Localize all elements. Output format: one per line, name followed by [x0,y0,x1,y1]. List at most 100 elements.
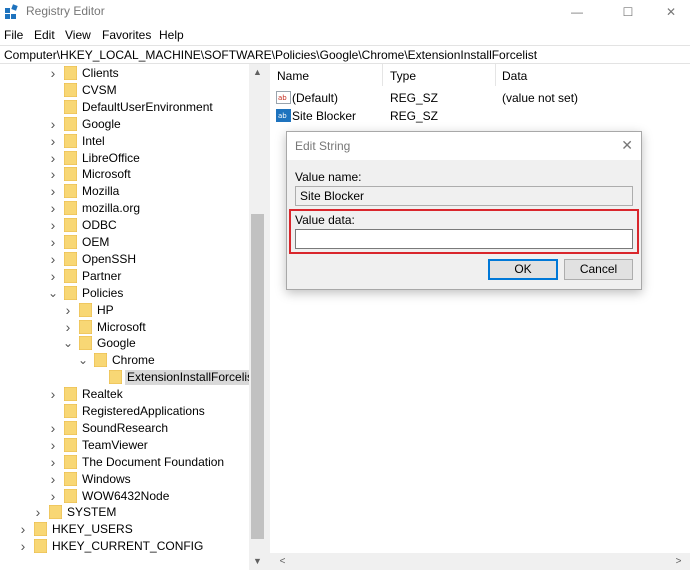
tree-item-label: Realtek [82,387,123,402]
chevron-right-icon[interactable]: › [63,302,73,319]
scroll-left-arrow-icon[interactable]: < [274,553,291,570]
chevron-right-icon[interactable]: › [48,454,58,471]
chevron-right-icon[interactable]: › [48,200,58,217]
tree-item-label: Partner [82,268,122,283]
chevron-right-icon[interactable]: › [48,116,58,133]
folder-icon [109,370,122,385]
column-header-data[interactable]: Data [502,69,527,83]
tree-item[interactable]: › OpenSSH [0,251,249,268]
tree-item[interactable]: › Microsoft [0,166,249,183]
tree-item[interactable]: › Windows [0,471,249,488]
chevron-right-icon[interactable]: › [48,386,58,403]
scroll-right-arrow-icon[interactable]: > [670,553,687,570]
tree-item[interactable]: › WOW6432Node [0,488,249,505]
tree-item[interactable]: › Clients [0,65,249,82]
tree-item[interactable]: › LibreOffice [0,150,249,167]
tree-item-label: ODBC [82,218,117,233]
chevron-right-icon[interactable]: › [48,234,58,251]
column-divider[interactable] [495,64,496,86]
tree-item[interactable]: › Mozilla [0,183,249,200]
tree-item-label: Microsoft [82,167,131,182]
value-data-field[interactable] [295,229,633,249]
chevron-right-icon[interactable]: › [48,420,58,437]
tree-item[interactable]: › HKEY_CURRENT_CONFIG [0,538,249,555]
chevron-right-icon[interactable]: › [48,488,58,505]
list-row[interactable]: ab (Default) REG_SZ (value not set) [270,89,690,107]
chevron-right-icon[interactable]: › [48,471,58,488]
chevron-right-icon[interactable]: › [18,538,28,555]
folder-icon [64,150,77,165]
tree-item[interactable]: › Intel [0,133,249,150]
tree-item-label: LibreOffice [82,150,140,165]
tree-item[interactable]: › HP [0,302,249,319]
folder-icon [64,420,77,435]
chevron-right-icon[interactable]: › [48,166,58,183]
value-name-field[interactable]: Site Blocker [295,186,633,206]
dialog-close-icon[interactable]: ✕ [621,137,633,154]
tree-vertical-scrollbar[interactable]: ▲ ▼ [249,64,266,570]
chevron-right-icon[interactable]: › [48,183,58,200]
tree-item[interactable]: › SYSTEM [0,504,249,521]
chevron-right-icon[interactable]: › [48,65,58,82]
tree-item[interactable]: › ODBC [0,217,249,234]
menu-bar: File Edit View Favorites Help [0,25,690,45]
minimize-button[interactable]: — [554,0,600,24]
ok-button[interactable]: OK [488,259,558,280]
value-name: Site Blocker [292,109,357,123]
tree-item-label: SYSTEM [67,505,117,520]
tree-item[interactable]: ⌄ Google [0,335,249,352]
tree-item[interactable]: › mozilla.org [0,200,249,217]
folder-icon [64,251,77,266]
chevron-right-icon[interactable]: › [48,437,58,454]
list-row[interactable]: ab Site Blocker REG_SZ [270,107,690,125]
tree-item[interactable]: › OEM [0,234,249,251]
close-button[interactable]: ✕ [648,0,690,24]
address-bar[interactable]: Computer\HKEY_LOCAL_MACHINE\SOFTWARE\Pol… [0,45,690,64]
chevron-right-icon[interactable]: › [63,319,73,336]
tree-item[interactable]: ⌄ Chrome [0,352,249,369]
chevron-right-icon[interactable]: › [48,268,58,285]
chevron-down-icon[interactable]: ⌄ [78,352,88,369]
tree-item[interactable]: › TeamViewer [0,437,249,454]
column-divider[interactable] [382,64,383,86]
scroll-thumb[interactable] [251,214,264,539]
chevron-right-icon[interactable]: › [48,251,58,268]
scroll-up-arrow-icon[interactable]: ▲ [249,64,266,81]
tree-item[interactable]: › Realtek [0,386,249,403]
address-path[interactable]: Computer\HKEY_LOCAL_MACHINE\SOFTWARE\Pol… [4,48,537,62]
tree-item[interactable]: ⌄ Policies [0,285,249,302]
tree-item[interactable]: › Google [0,116,249,133]
menu-view[interactable]: View [65,28,91,42]
tree-item-label: CVSM [82,82,117,97]
folder-icon [94,353,107,368]
chevron-down-icon[interactable]: ⌄ [48,285,58,302]
list-horizontal-scrollbar[interactable]: < > [270,553,690,570]
tree-item[interactable]: RegisteredApplications [0,403,249,420]
tree-item[interactable]: › HKEY_USERS [0,521,249,538]
scroll-down-arrow-icon[interactable]: ▼ [249,553,266,570]
column-header-name[interactable]: Name [277,69,309,83]
tree-item-label: Intel [82,133,105,148]
tree-item[interactable]: DefaultUserEnvironment [0,99,249,116]
folder-icon [64,471,77,486]
menu-file[interactable]: File [4,28,23,42]
chevron-right-icon[interactable]: › [48,217,58,234]
menu-help[interactable]: Help [159,28,184,42]
cancel-button[interactable]: Cancel [564,259,633,280]
tree-item[interactable]: › Partner [0,268,249,285]
menu-favorites[interactable]: Favorites [102,28,151,42]
column-header-type[interactable]: Type [390,69,416,83]
maximize-button[interactable]: ☐ [605,0,651,24]
tree-item[interactable]: CVSM [0,82,249,99]
tree-item[interactable]: › Microsoft [0,319,249,336]
tree-item[interactable]: ExtensionInstallForcelist [0,369,259,386]
chevron-right-icon[interactable]: › [33,504,43,521]
folder-icon [79,319,92,334]
chevron-right-icon[interactable]: › [18,521,28,538]
chevron-right-icon[interactable]: › [48,133,58,150]
chevron-down-icon[interactable]: ⌄ [63,335,73,352]
tree-item[interactable]: › SoundResearch [0,420,249,437]
menu-edit[interactable]: Edit [34,28,55,42]
tree-item[interactable]: › The Document Foundation [0,454,249,471]
chevron-right-icon[interactable]: › [48,150,58,167]
